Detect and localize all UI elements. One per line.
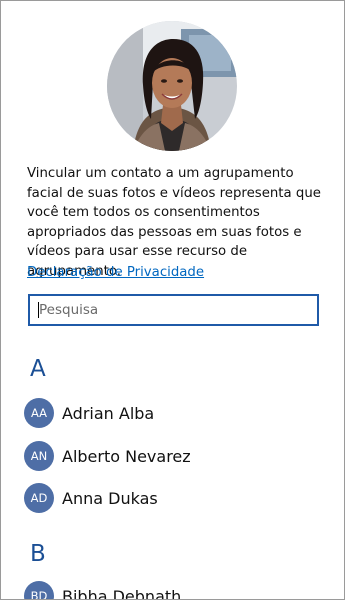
- profile-photo: [107, 21, 237, 151]
- contact-name: Bibha Debnath: [62, 586, 182, 600]
- contact-alberto-nevarez[interactable]: AN Alberto Nevarez: [24, 441, 191, 471]
- text-caret: [38, 302, 39, 318]
- contact-adrian-alba[interactable]: AA Adrian Alba: [24, 398, 154, 428]
- contact-picker-panel: Vincular um contato a um agrupamento fac…: [0, 0, 345, 600]
- contact-avatar: AN: [24, 441, 54, 471]
- contact-avatar: AD: [24, 483, 54, 513]
- contact-avatar: BD: [24, 581, 54, 599]
- privacy-statement-link[interactable]: Declaração de Privacidade: [27, 263, 204, 282]
- contact-bibha-debnath[interactable]: BD Bibha Debnath: [24, 581, 182, 600]
- contact-name: Adrian Alba: [62, 403, 155, 423]
- contact-avatar: AA: [24, 398, 54, 428]
- contact-name: Alberto Nevarez: [62, 446, 191, 466]
- group-header-a: A: [30, 356, 46, 382]
- portrait-image: [107, 21, 237, 151]
- contact-anna-dukas[interactable]: AD Anna Dukas: [24, 483, 158, 513]
- contact-name: Anna Dukas: [62, 488, 158, 508]
- group-header-b: B: [30, 541, 46, 567]
- search-input[interactable]: [30, 296, 317, 324]
- search-box[interactable]: [28, 294, 319, 326]
